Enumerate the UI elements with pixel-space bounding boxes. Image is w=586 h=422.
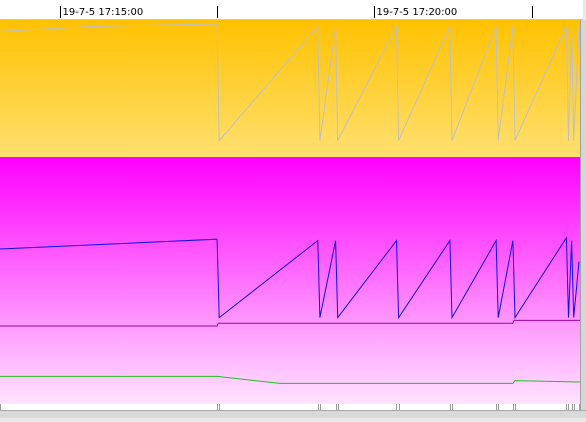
time-tick-label-2: 19-7-5 17:20:00: [377, 7, 458, 18]
panel-1-background: [0, 157, 580, 410]
chart-svg: 19-7-5 17:15:00 19-7-5 17:20:00: [0, 0, 586, 418]
panel-0-background: [0, 20, 580, 157]
horizontal-scrollbar[interactable]: [0, 410, 586, 418]
bottom-ruler: [0, 404, 580, 410]
time-tick-label-0: 19-7-5 17:15:00: [63, 7, 144, 18]
chart-root: 19-7-5 17:15:00 19-7-5 17:20:00: [0, 0, 586, 418]
